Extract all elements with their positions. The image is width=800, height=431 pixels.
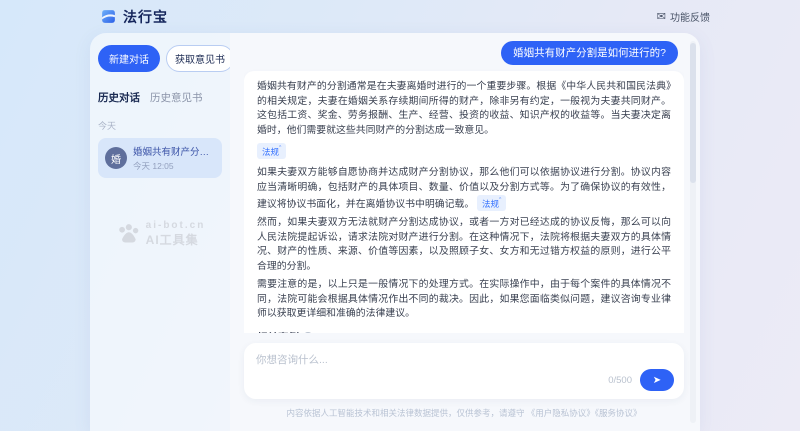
chat-input-card: 0/500 ➤	[244, 343, 684, 399]
law-reference-tag[interactable]: 法规ˆ	[477, 195, 506, 211]
chat-input[interactable]	[256, 352, 589, 374]
answer-paragraph: 如果夫妻双方能够自愿协商并达成财产分割协议，那么他们可以依据协议进行分割。协议内…	[257, 166, 671, 212]
info-icon[interactable]: ?	[303, 332, 313, 333]
answer-paragraph: 婚姻共有财产的分割通常是在夫妻离婚时进行的一个重要步骤。根据《中华人民共和国民法…	[257, 80, 671, 138]
law-reference-tag[interactable]: 法规ˆ	[257, 143, 286, 159]
tab-history-chats[interactable]: 历史对话	[98, 90, 140, 105]
brand: 法行宝	[100, 7, 168, 27]
brand-name: 法行宝	[123, 7, 168, 27]
conversation-list-item[interactable]: 婚 婚姻共有财产分割是如何... 今天 12:05	[98, 138, 222, 178]
answer-paragraph: 然而，如果夫妻双方无法就财产分割达成协议，或者一方对已经达成的协议反悔，那么可以…	[257, 216, 671, 274]
conversation-time: 今天 12:05	[133, 160, 215, 172]
char-counter: 0/500	[608, 375, 632, 386]
new-chat-button[interactable]: 新建对话	[98, 45, 160, 72]
brand-logo-icon	[100, 8, 117, 25]
chat-main: 婚姻共有财产分割是如何进行的? 婚姻共有财产的分割通常是在夫妻离婚时进行的一个重…	[230, 33, 700, 431]
envelope-icon: ✉	[657, 10, 666, 23]
app-container: 新建对话 获取意见书 历史对话 历史意见书 今天 婚 婚姻共有财产分割是如何..…	[90, 33, 700, 431]
conversation-avatar: 婚	[105, 147, 127, 169]
answer-paragraph: 需要注意的是，以上只是一般情况下的处理方式。在实际操作中，由于每个案件的具体情况…	[257, 278, 671, 322]
disclaimer-text: 内容依据人工智能技术和相关法律数据提供，仅供参考，请遵守 《用户隐私协议》《服务…	[244, 407, 684, 425]
top-bar: 法行宝 ✉ 功能反馈	[0, 0, 800, 33]
tab-history-opinions[interactable]: 历史意见书	[150, 90, 203, 105]
message-list: 婚姻共有财产分割是如何进行的? 婚姻共有财产的分割通常是在夫妻离婚时进行的一个重…	[244, 33, 684, 333]
watermark-paw-icon	[115, 223, 141, 245]
watermark-line1: ai-bot.cn	[146, 220, 206, 231]
assistant-answer-card: 婚姻共有财产的分割通常是在夫妻离婚时进行的一个重要步骤。根据《中华人民共和国民法…	[244, 71, 684, 333]
watermark: ai-bot.cn AI工具集	[98, 220, 222, 248]
conversation-group-label: 今天	[98, 119, 222, 132]
send-button[interactable]: ➤	[640, 369, 674, 391]
conversation-title: 婚姻共有财产分割是如何...	[133, 144, 215, 158]
get-opinion-button[interactable]: 获取意见书	[166, 45, 234, 72]
sidebar: 新建对话 获取意见书 历史对话 历史意见书 今天 婚 婚姻共有财产分割是如何..…	[90, 33, 230, 431]
history-tabs: 历史对话 历史意见书	[98, 90, 222, 105]
scrollbar-thumb[interactable]	[690, 43, 696, 183]
send-icon: ➤	[653, 375, 661, 386]
user-message-bubble: 婚姻共有财产分割是如何进行的?	[501, 41, 678, 65]
feedback-label: 功能反馈	[670, 9, 710, 24]
feedback-button[interactable]: ✉ 功能反馈	[657, 9, 710, 24]
related-cases-title: 相关案例	[257, 330, 299, 333]
watermark-line2: AI工具集	[146, 231, 206, 248]
